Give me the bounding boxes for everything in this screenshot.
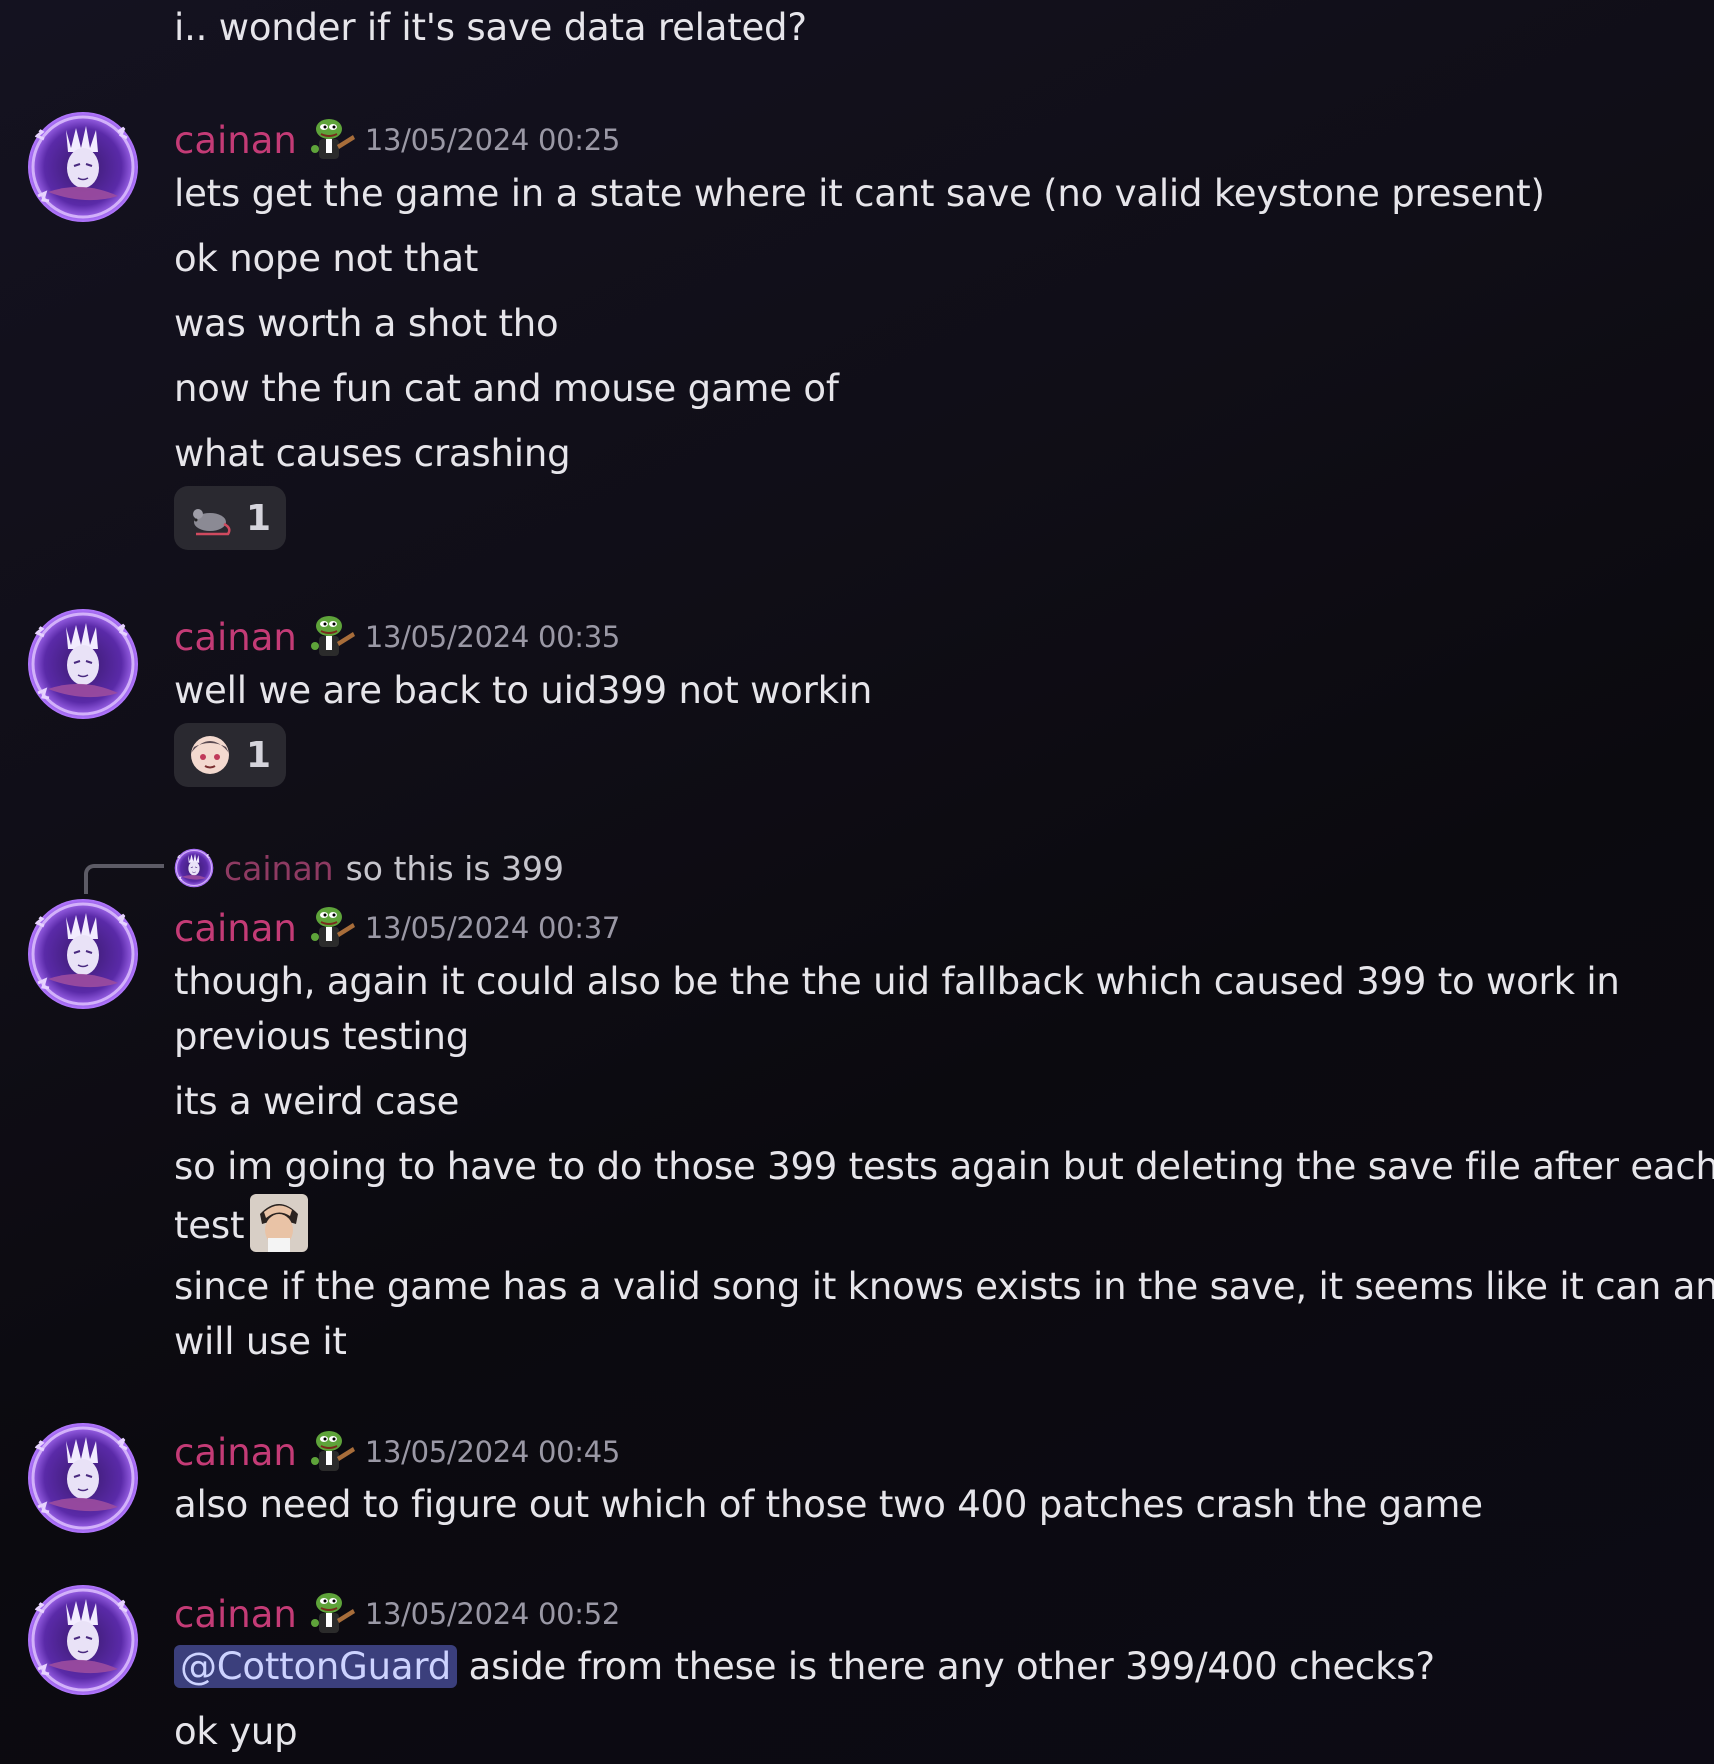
pepe-role-badge-icon	[307, 903, 357, 953]
pepe-role-badge-icon	[307, 612, 357, 662]
message-text: now the fun cat and mouse game of	[174, 367, 839, 410]
username[interactable]: cainan	[174, 1593, 297, 1636]
message-text: previous testing	[174, 1015, 470, 1058]
timestamp: 13/05/2024 00:25	[364, 123, 621, 157]
timestamp: 13/05/2024 00:52	[364, 1597, 621, 1631]
mouse-icon	[193, 509, 231, 536]
user-mention[interactable]: @CottonGuard	[174, 1645, 458, 1688]
facepalm-emoji-icon	[250, 1194, 309, 1252]
user-avatar[interactable]	[26, 607, 140, 721]
message-text: i.. wonder if it's save data related?	[174, 6, 807, 49]
reply-username[interactable]: cainan	[224, 849, 334, 888]
pepe-role-badge-icon	[307, 115, 357, 165]
message-header: cainan 13/05/2024 00:45	[174, 1427, 620, 1477]
message-text-with-mention: @CottonGuard aside from these is there a…	[174, 1639, 1435, 1695]
message-text: lets get the game in a state where it ca…	[174, 172, 1545, 215]
username[interactable]: cainan	[174, 616, 297, 659]
timestamp: 13/05/2024 00:37	[364, 911, 621, 945]
message-header: cainan 13/05/2024 00:25	[174, 115, 620, 165]
message-text: well we are back to uid399 not workin	[174, 669, 873, 712]
reaction-button[interactable]: 1	[174, 486, 286, 550]
message-text: since if the game has a valid song it kn…	[174, 1265, 1714, 1308]
timestamp: 13/05/2024 00:45	[364, 1435, 621, 1469]
message-header: cainan 13/05/2024 00:52	[174, 1589, 620, 1639]
user-avatar[interactable]	[26, 897, 140, 1011]
username[interactable]: cainan	[174, 1431, 297, 1474]
reply-connector	[84, 864, 164, 894]
message-text: ok yup	[174, 1710, 298, 1753]
pepe-role-badge-icon	[307, 1589, 357, 1639]
username[interactable]: cainan	[174, 907, 297, 950]
message-text: what causes crashing	[174, 432, 571, 475]
timestamp: 13/05/2024 00:35	[364, 620, 621, 654]
message-text: also need to figure out which of those t…	[174, 1483, 1483, 1526]
user-avatar[interactable]	[26, 110, 140, 224]
reply-avatar	[174, 848, 214, 888]
reply-reference[interactable]: cainan so this is 399	[174, 846, 564, 890]
reaction-button[interactable]: 1	[174, 723, 286, 787]
message-text: was worth a shot tho	[174, 302, 559, 345]
message-text: aside from these is there any other 399/…	[457, 1645, 1435, 1688]
message-text: its a weird case	[174, 1080, 460, 1123]
anime-girl-icon	[191, 736, 229, 774]
message-text-with-emoji: test	[174, 1194, 309, 1254]
message-text: will use it	[174, 1320, 347, 1363]
reaction-count: 1	[246, 734, 272, 776]
user-avatar[interactable]	[26, 1421, 140, 1535]
message-text: ok nope not that	[174, 237, 479, 280]
reply-preview-text[interactable]: so this is 399	[346, 849, 564, 888]
message-text: test	[174, 1204, 245, 1247]
message-header: cainan 13/05/2024 00:35	[174, 612, 620, 662]
user-avatar[interactable]	[26, 1583, 140, 1697]
username[interactable]: cainan	[174, 119, 297, 162]
message-text: so im going to have to do those 399 test…	[174, 1145, 1714, 1188]
message-text: though, again it could also be the the u…	[174, 960, 1620, 1003]
reaction-count: 1	[246, 497, 272, 539]
message-header: cainan 13/05/2024 00:37	[174, 903, 620, 953]
pepe-role-badge-icon	[307, 1427, 357, 1477]
